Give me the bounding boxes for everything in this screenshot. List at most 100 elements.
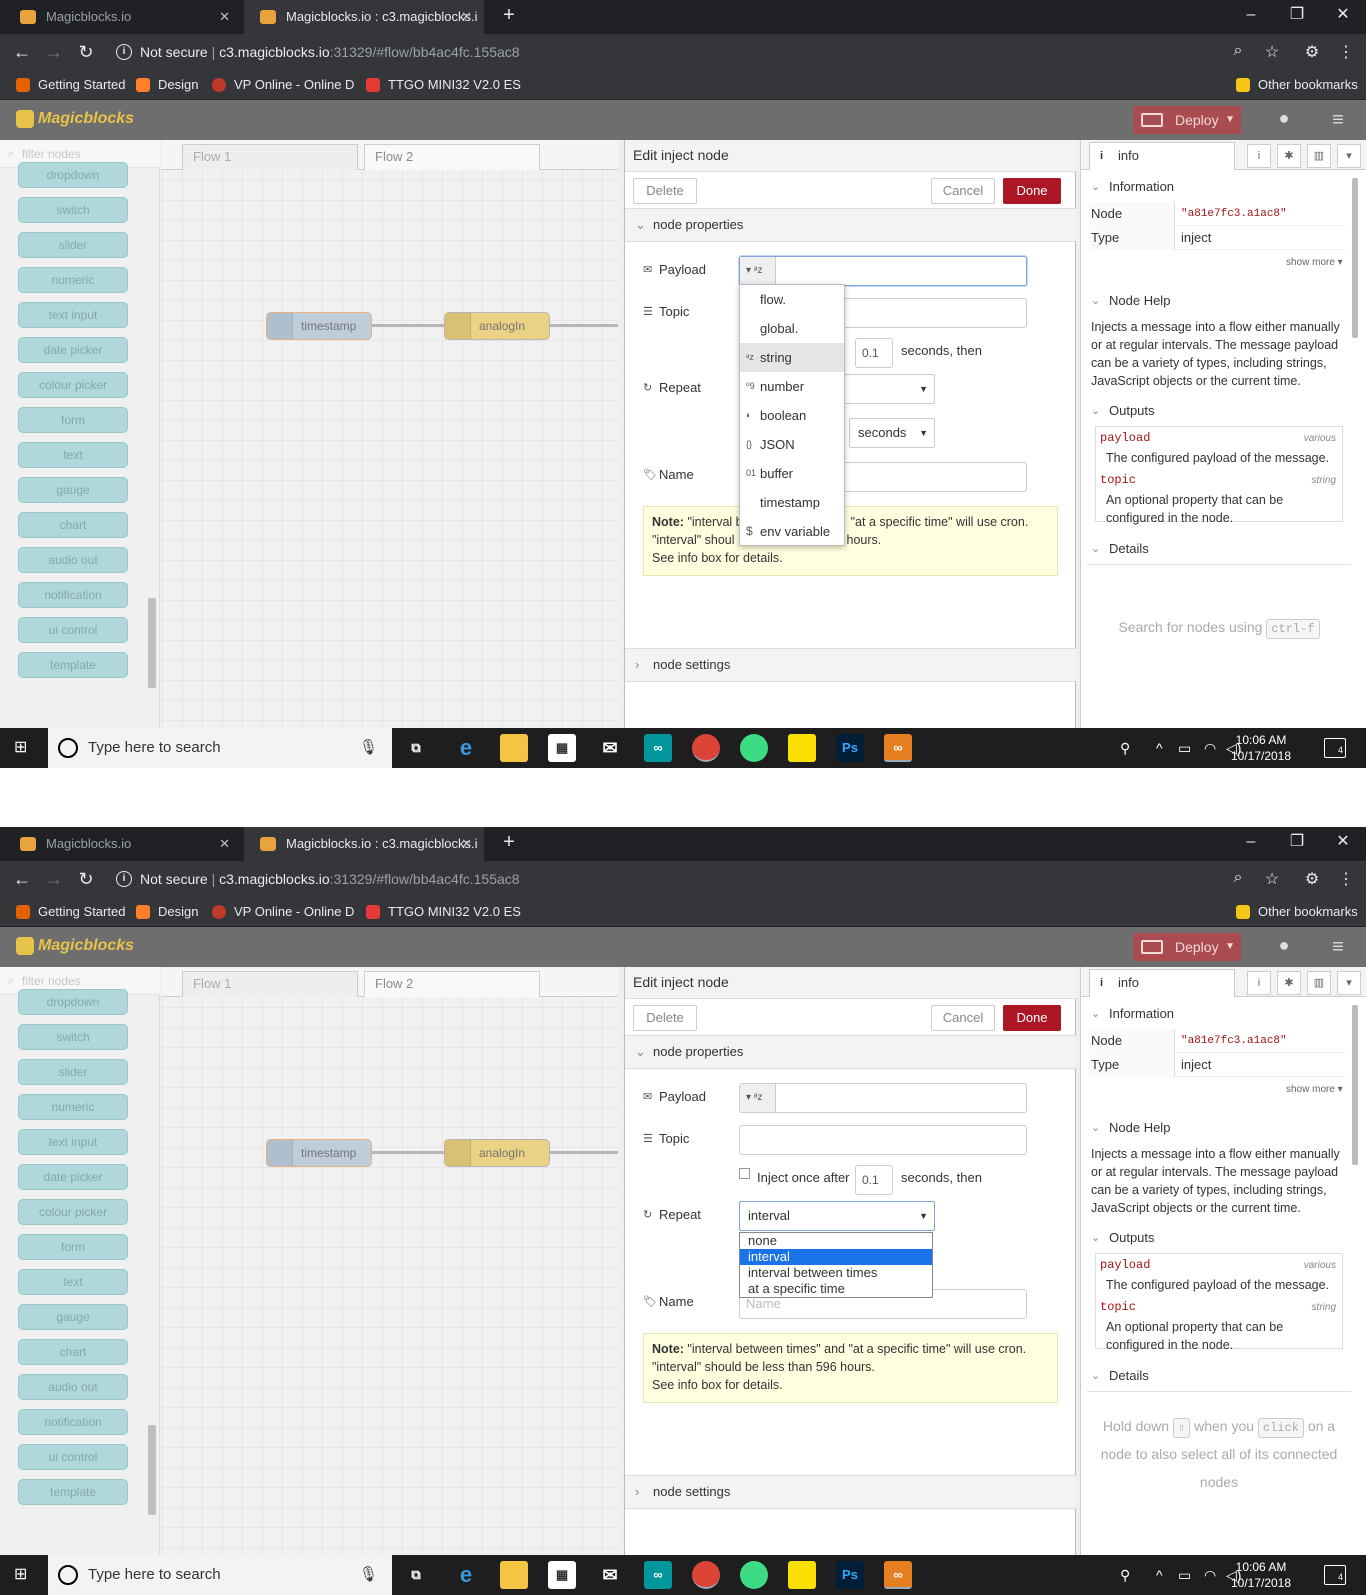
palette-node[interactable]: slider [18, 1059, 128, 1085]
minimize-icon[interactable]: – [1228, 0, 1274, 34]
repeat-option-specific-time[interactable]: at a specific time [740, 1281, 932, 1297]
deploy-button[interactable]: Deploy ▼ [1133, 106, 1241, 134]
bookmark-item[interactable]: Design [136, 897, 198, 927]
user-icon[interactable]: ● [1272, 108, 1296, 132]
info-tab-icon[interactable]: i [1247, 144, 1271, 168]
flow-canvas[interactable]: Flow 1 Flow 2 timestamp analogIn [162, 140, 618, 728]
cancel-button[interactable]: Cancel [931, 1005, 995, 1031]
arduino-icon[interactable]: ∞ [884, 1561, 912, 1589]
palette-node[interactable]: template [18, 1479, 128, 1505]
information-header[interactable]: ⌄ Information [1087, 1001, 1345, 1027]
tab-flow-2[interactable]: Flow 2 [364, 971, 540, 997]
outputs-header[interactable]: ⌄ Outputs [1087, 1225, 1345, 1251]
bookmark-item[interactable]: Getting Started [16, 70, 125, 100]
inject-once-checkbox[interactable] [739, 1168, 750, 1179]
type-option-string[interactable]: ᵃz string [740, 343, 844, 372]
palette-node[interactable]: slider [18, 232, 128, 258]
close-tab-icon[interactable]: ✕ [461, 0, 472, 34]
photoshop-icon[interactable]: Ps [836, 1561, 864, 1589]
section-node-properties[interactable]: ⌄ node properties [625, 1035, 1077, 1069]
deploy-button[interactable]: Deploy ▼ [1133, 933, 1241, 961]
maximize-icon[interactable]: ❐ [1274, 827, 1320, 861]
flow-node-timestamp[interactable]: timestamp [266, 1139, 372, 1167]
palette-scrollbar[interactable] [146, 170, 158, 690]
palette-node[interactable]: template [18, 652, 128, 678]
arduino-icon[interactable]: ∞ [884, 734, 912, 762]
reload-icon[interactable]: ↻ [74, 40, 98, 64]
reload-icon[interactable]: ↻ [74, 867, 98, 891]
battery-icon[interactable]: ▭ [1178, 728, 1191, 768]
people-icon[interactable]: ⚲ [1120, 1555, 1130, 1595]
battery-icon[interactable]: ▭ [1178, 1555, 1191, 1595]
delete-button[interactable]: Delete [633, 1005, 697, 1031]
type-option-global[interactable]: global. [740, 314, 844, 343]
palette-node[interactable]: notification [18, 1409, 128, 1435]
mail-icon[interactable]: ✉ [596, 1561, 624, 1589]
store-icon[interactable]: ▦ [548, 734, 576, 762]
browser-tab[interactable]: Magicblocks.io ✕ [4, 0, 242, 34]
forward-icon[interactable]: → [42, 40, 66, 64]
windows-start-icon[interactable]: ⊞ [14, 1566, 32, 1584]
palette-node[interactable]: colour picker [18, 372, 128, 398]
menu-icon[interactable]: ≡ [1326, 935, 1350, 959]
close-tab-icon[interactable]: ✕ [219, 827, 230, 861]
tab-info[interactable]: i info [1089, 142, 1235, 170]
palette-node[interactable]: text [18, 1269, 128, 1295]
palette-node[interactable]: text input [18, 1129, 128, 1155]
payload-type-select[interactable]: ▾ ᵃz [740, 1084, 776, 1112]
palette-node[interactable]: date picker [18, 337, 128, 363]
sidebar-scrollbar[interactable] [1351, 997, 1361, 1387]
arduino-icon[interactable]: ∞ [644, 734, 672, 762]
type-option-json[interactable]: {} JSON [740, 430, 844, 459]
sidebar-menu-icon[interactable]: ▾ [1337, 971, 1361, 995]
notification-center-icon[interactable]: 4 [1324, 738, 1346, 758]
flow-canvas[interactable]: Flow 1 Flow 2 timestamp analogIn [162, 967, 618, 1555]
cancel-button[interactable]: Cancel [931, 178, 995, 204]
palette-node[interactable]: text [18, 442, 128, 468]
other-bookmarks[interactable]: Other bookmarks [1236, 897, 1358, 927]
browser-tab[interactable]: Magicblocks.io ✕ [4, 827, 242, 861]
node-help-header[interactable]: ⌄ Node Help [1087, 1115, 1345, 1141]
type-option-boolean[interactable]: ◐ boolean [740, 401, 844, 430]
photoshop-icon[interactable]: Ps [836, 734, 864, 762]
tab-flow-2[interactable]: Flow 2 [364, 144, 540, 170]
new-tab-icon[interactable]: + [486, 827, 532, 861]
palette-node[interactable]: switch [18, 197, 128, 223]
details-header[interactable]: ⌄ Details [1087, 536, 1345, 562]
show-more-link[interactable]: show more ▾ [1286, 1084, 1343, 1095]
inject-delay-input[interactable]: 0.1 [855, 1165, 893, 1195]
palette-node[interactable]: date picker [18, 1164, 128, 1190]
tab-flow-1[interactable]: Flow 1 [182, 144, 358, 170]
bookmark-item[interactable]: TTGO MINI32 V2.0 ES [366, 70, 521, 100]
type-option-timestamp[interactable]: timestamp [740, 488, 844, 517]
people-icon[interactable]: ⚲ [1120, 728, 1130, 768]
file-explorer-icon[interactable] [500, 734, 528, 762]
type-option-number[interactable]: ⁰9 number [740, 372, 844, 401]
palette-node[interactable]: notification [18, 582, 128, 608]
back-icon[interactable]: ← [10, 867, 34, 891]
wifi-icon[interactable]: ◠ [1204, 1555, 1216, 1595]
payload-input[interactable]: ▾ ᵃz [739, 256, 1027, 286]
tab-flow-1[interactable]: Flow 1 [182, 971, 358, 997]
info-icon[interactable]: i [116, 44, 132, 60]
section-node-settings[interactable]: › node settings [625, 648, 1077, 682]
close-tab-icon[interactable]: ✕ [219, 0, 230, 34]
palette-node[interactable]: text input [18, 302, 128, 328]
palette-node[interactable]: chart [18, 1339, 128, 1365]
inject-delay-input[interactable]: 0.1 [855, 338, 893, 368]
clock[interactable]: 10:06 AM 10/17/2018 [1226, 1559, 1296, 1591]
new-tab-icon[interactable]: + [486, 0, 532, 34]
details-header[interactable]: ⌄ Details [1087, 1363, 1345, 1389]
palette-node[interactable]: dropdown [18, 162, 128, 188]
chrome-icon[interactable] [692, 1561, 720, 1589]
info-icon[interactable]: i [116, 871, 132, 887]
palette-node[interactable]: dropdown [18, 989, 128, 1015]
more-icon[interactable]: ⋮ [1336, 869, 1356, 889]
wifi-icon[interactable]: ◠ [1204, 728, 1216, 768]
store-icon[interactable]: ▦ [548, 1561, 576, 1589]
edge-icon[interactable]: e [452, 1561, 480, 1589]
palette-node[interactable]: audio out [18, 1374, 128, 1400]
palette-node[interactable]: gauge [18, 1304, 128, 1330]
information-header[interactable]: ⌄ Information [1087, 174, 1345, 200]
topic-input[interactable] [739, 1125, 1027, 1155]
